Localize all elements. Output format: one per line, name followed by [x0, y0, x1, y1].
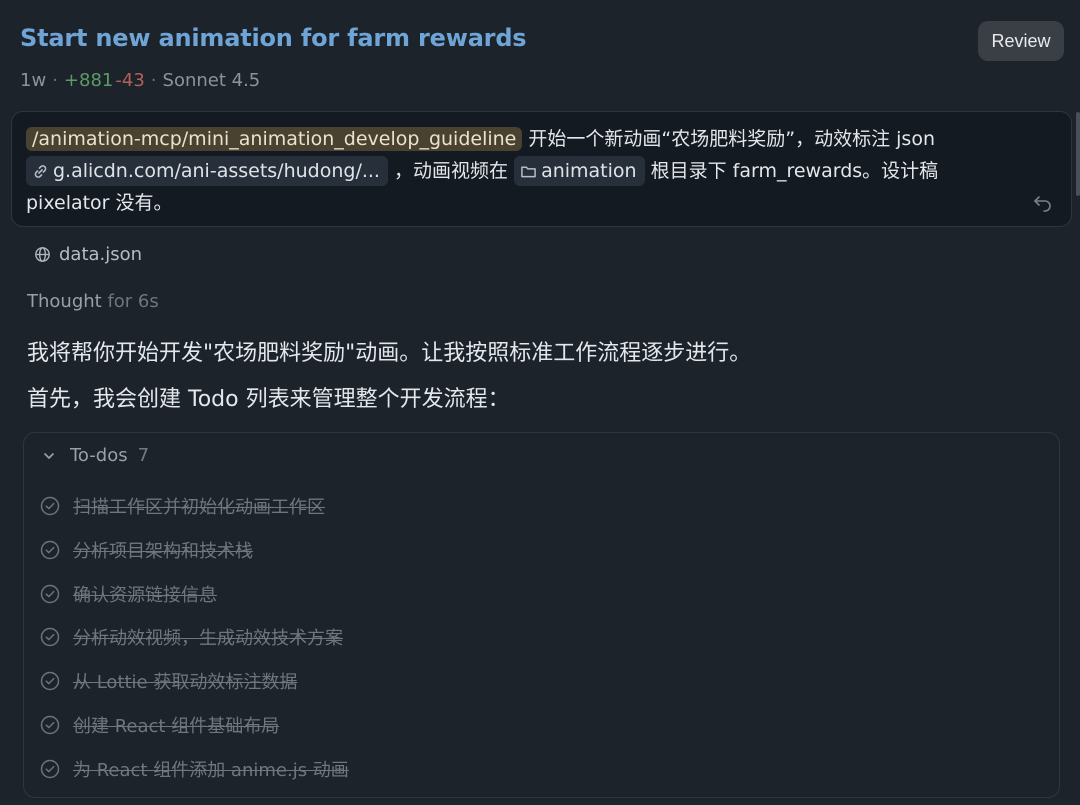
undo-icon[interactable] [1033, 194, 1053, 212]
meta-separator: · [150, 70, 157, 91]
todo-count: 7 [137, 445, 150, 466]
todo-header[interactable]: To-dos 7 [42, 445, 149, 466]
assistant-message-line: 首先，我会创建 Todo 列表来管理整个开发流程： [27, 387, 510, 412]
todo-item-label: 为 React 组件添加 anime.js 动画 [73, 760, 349, 781]
chevron-down-icon [44, 452, 54, 459]
thought-label: Thought [27, 291, 102, 312]
todo-item-label: 确认资源链接信息 [73, 585, 217, 606]
thought-duration: for 6s [107, 291, 159, 312]
todo-item-label: 分析动效视频，生成动效技术方案 [73, 628, 343, 649]
link-icon [34, 165, 47, 178]
todo-item-label: 从 Lottie 获取动效标注数据 [73, 672, 298, 693]
check-circle-icon [40, 627, 60, 647]
todo-item[interactable]: 为 React 组件添加 anime.js 动画 [40, 756, 349, 782]
check-circle-icon [40, 759, 60, 779]
model-label: Sonnet 4.5 [162, 70, 261, 91]
todo-list: To-dos 7 扫描工作区并初始化动画工作区 分析项目架构和技术栈 确认资源链接… [23, 432, 1060, 798]
review-button[interactable]: Review [978, 21, 1064, 61]
todo-item[interactable]: 分析动效视频，生成动效技术方案 [40, 624, 343, 650]
attachment-file[interactable]: data.json [34, 244, 142, 265]
check-circle-icon [40, 540, 60, 560]
prompt-segment: 开始一个新动画“农场肥料奖励”，动效标注 json [522, 128, 935, 150]
age-label: 1w [20, 70, 47, 91]
prompt-text: /animation-mcp/mini_animation_develop_gu… [26, 123, 1016, 219]
thought-toggle[interactable]: Thought for 6s [27, 291, 159, 312]
attachment-name: data.json [59, 244, 143, 265]
todo-item-label: 扫描工作区并初始化动画工作区 [73, 497, 325, 518]
scrollbar-thumb[interactable] [1076, 112, 1080, 196]
globe-icon [35, 247, 50, 262]
folder-icon [521, 166, 536, 178]
todo-item[interactable]: 扫描工作区并初始化动画工作区 [40, 493, 325, 519]
folder-label: animation [541, 160, 637, 182]
todo-item-label: 分析项目架构和技术栈 [73, 541, 253, 562]
check-circle-icon [40, 584, 60, 604]
check-circle-icon [40, 715, 60, 735]
link-label: g.alicdn.com/ani-assets/hudong/... [53, 160, 380, 182]
todo-item[interactable]: 确认资源链接信息 [40, 581, 217, 607]
command-chip[interactable]: /animation-mcp/mini_animation_develop_gu… [26, 127, 523, 151]
meta-line: 1w · +881 -43 · Sonnet 4.5 [20, 70, 260, 91]
meta-separator: · [52, 70, 58, 91]
todo-item[interactable]: 分析项目架构和技术栈 [40, 537, 253, 563]
link-chip[interactable]: g.alicdn.com/ani-assets/hudong/... [26, 156, 388, 186]
page-title: Start new animation for farm rewards [20, 24, 527, 52]
lines-added: +881 [63, 70, 114, 91]
folder-chip[interactable]: animation [514, 156, 645, 186]
todo-title: To-dos [70, 445, 128, 466]
check-circle-icon [40, 671, 60, 691]
chat-panel: Start new animation for farm rewards Rev… [0, 0, 1080, 805]
lines-removed: -43 [115, 70, 145, 91]
todo-item-label: 创建 React 组件基础布局 [73, 716, 280, 737]
todo-item[interactable]: 创建 React 组件基础布局 [40, 712, 279, 738]
user-prompt[interactable]: /animation-mcp/mini_animation_develop_gu… [11, 111, 1072, 227]
assistant-message-line: 我将帮你开始开发"农场肥料奖励"动画。让我按照标准工作流程逐步进行。 [27, 341, 752, 366]
check-circle-icon [40, 496, 60, 516]
todo-item[interactable]: 从 Lottie 获取动效标注数据 [40, 668, 297, 694]
prompt-segment: ，动画视频在 [387, 160, 515, 182]
